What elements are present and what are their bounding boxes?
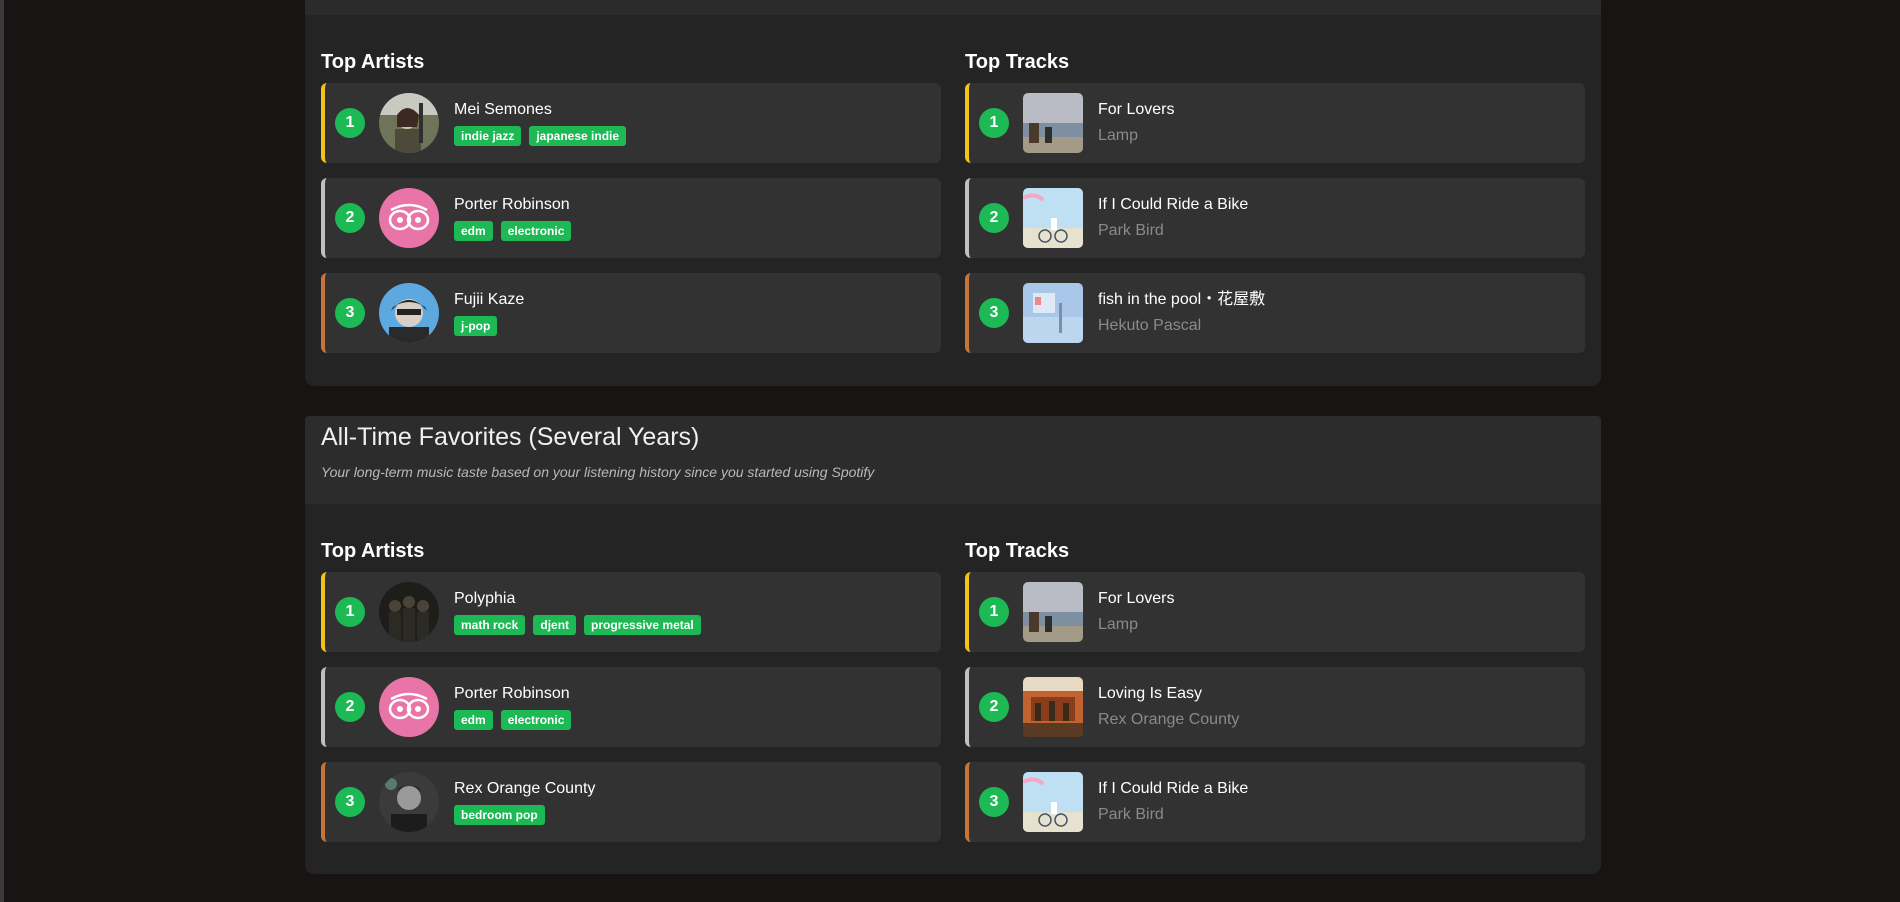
album-cover	[1023, 772, 1083, 832]
track-artist: Park Bird	[1098, 806, 1164, 823]
section-subtitle: Your long-term music taste based on your…	[321, 464, 875, 480]
artist-photo	[379, 582, 439, 642]
rank-badge: 1	[335, 597, 365, 627]
artist-photo	[379, 283, 439, 343]
genre-tag: edm	[454, 710, 493, 730]
artist-name: Porter Robinson	[454, 685, 570, 702]
track-item[interactable]: 1 For Lovers Lamp	[965, 572, 1585, 652]
album-cover	[1023, 188, 1083, 248]
top-artists-column: Top Artists 1 Polyphia math rock djent p…	[321, 540, 941, 857]
genre-tag: j-pop	[454, 316, 498, 336]
genre-tag: indie jazz	[454, 126, 522, 146]
rank-badge: 2	[335, 203, 365, 233]
track-title: If I Could Ride a Bike	[1098, 196, 1249, 213]
artist-name: Fujii Kaze	[454, 291, 525, 308]
top-tracks-heading: Top Tracks	[965, 540, 1070, 562]
section-title: All-Time Favorites (Several Years)	[321, 423, 700, 451]
genre-tag: electronic	[500, 221, 572, 241]
artist-name: Rex Orange County	[454, 780, 596, 797]
genre-tag: djent	[533, 615, 577, 635]
artist-item[interactable]: 1 Mei Semones indie jazz japanese indie	[321, 83, 941, 163]
rank-badge: 1	[979, 108, 1009, 138]
section-header: All-Time Favorites (Several Years) Your …	[305, 416, 1601, 504]
artist-item[interactable]: 1 Polyphia math rock djent progressive m…	[321, 572, 941, 652]
top-tracks-column: Top Tracks 1 For Lovers Lamp 2 If I Coul…	[965, 51, 1585, 368]
album-cover	[1023, 677, 1083, 737]
track-title: Loving Is Easy	[1098, 685, 1203, 702]
genre-tag: bedroom pop	[454, 805, 545, 825]
track-item[interactable]: 3 If I Could Ride a Bike Park Bird	[965, 762, 1585, 842]
rank-badge: 1	[335, 108, 365, 138]
artist-photo	[379, 93, 439, 153]
top-artists-column: Top Artists 1 Mei Semones indie jazz jap…	[321, 51, 941, 368]
track-title: For Lovers	[1098, 590, 1175, 607]
rank-badge: 2	[335, 692, 365, 722]
track-artist: Park Bird	[1098, 222, 1164, 239]
track-title: If I Could Ride a Bike	[1098, 780, 1249, 797]
stats-section-recent: Top Artists 1 Mei Semones indie jazz jap…	[305, 0, 1601, 386]
top-tracks-heading: Top Tracks	[965, 51, 1070, 73]
rank-badge: 3	[335, 298, 365, 328]
track-artist: Lamp	[1098, 127, 1139, 144]
genre-tag: progressive metal	[584, 615, 701, 635]
track-artist: Lamp	[1098, 616, 1139, 633]
section-header-band	[305, 0, 1601, 15]
genre-tag: math rock	[454, 615, 526, 635]
track-title: For Lovers	[1098, 101, 1175, 118]
artist-item[interactable]: 2 Porter Robinson edm electronic	[321, 667, 941, 747]
rank-badge: 3	[979, 298, 1009, 328]
genre-tag: japanese indie	[529, 126, 627, 146]
track-item[interactable]: 2 If I Could Ride a Bike Park Bird	[965, 178, 1585, 258]
rank-badge: 3	[335, 787, 365, 817]
track-artist: Rex Orange County	[1098, 711, 1240, 728]
album-cover	[1023, 283, 1083, 343]
rank-badge: 2	[979, 692, 1009, 722]
track-artist: Hekuto Pascal	[1098, 317, 1202, 334]
artist-photo	[379, 772, 439, 832]
album-cover	[1023, 93, 1083, 153]
rank-badge: 3	[979, 787, 1009, 817]
top-tracks-column: Top Tracks 1 For Lovers Lamp 2 Loving Is…	[965, 540, 1585, 857]
top-artists-heading: Top Artists	[321, 51, 425, 73]
track-item[interactable]: 2 Loving Is Easy Rex Orange County	[965, 667, 1585, 747]
track-item[interactable]: 1 For Lovers Lamp	[965, 83, 1585, 163]
track-title: fish in the pool・花屋敷	[1098, 291, 1266, 308]
genre-tag: edm	[454, 221, 493, 241]
top-artists-heading: Top Artists	[321, 540, 425, 562]
artist-photo	[379, 677, 439, 737]
album-cover	[1023, 582, 1083, 642]
artist-name: Mei Semones	[454, 101, 552, 118]
window-left-edge	[0, 0, 4, 902]
track-item[interactable]: 3 fish in the pool・花屋敷 Hekuto Pascal	[965, 273, 1585, 353]
artist-item[interactable]: 3 Fujii Kaze j-pop	[321, 273, 941, 353]
genre-tag: electronic	[500, 710, 572, 730]
artist-name: Porter Robinson	[454, 196, 570, 213]
rank-badge: 2	[979, 203, 1009, 233]
artist-item[interactable]: 3 Rex Orange County bedroom pop	[321, 762, 941, 842]
rank-badge: 1	[979, 597, 1009, 627]
artist-name: Polyphia	[454, 590, 516, 607]
stats-section-all-time: All-Time Favorites (Several Years) Your …	[305, 416, 1601, 874]
artist-photo	[379, 188, 439, 248]
artist-item[interactable]: 2 Porter Robinson edm electronic	[321, 178, 941, 258]
